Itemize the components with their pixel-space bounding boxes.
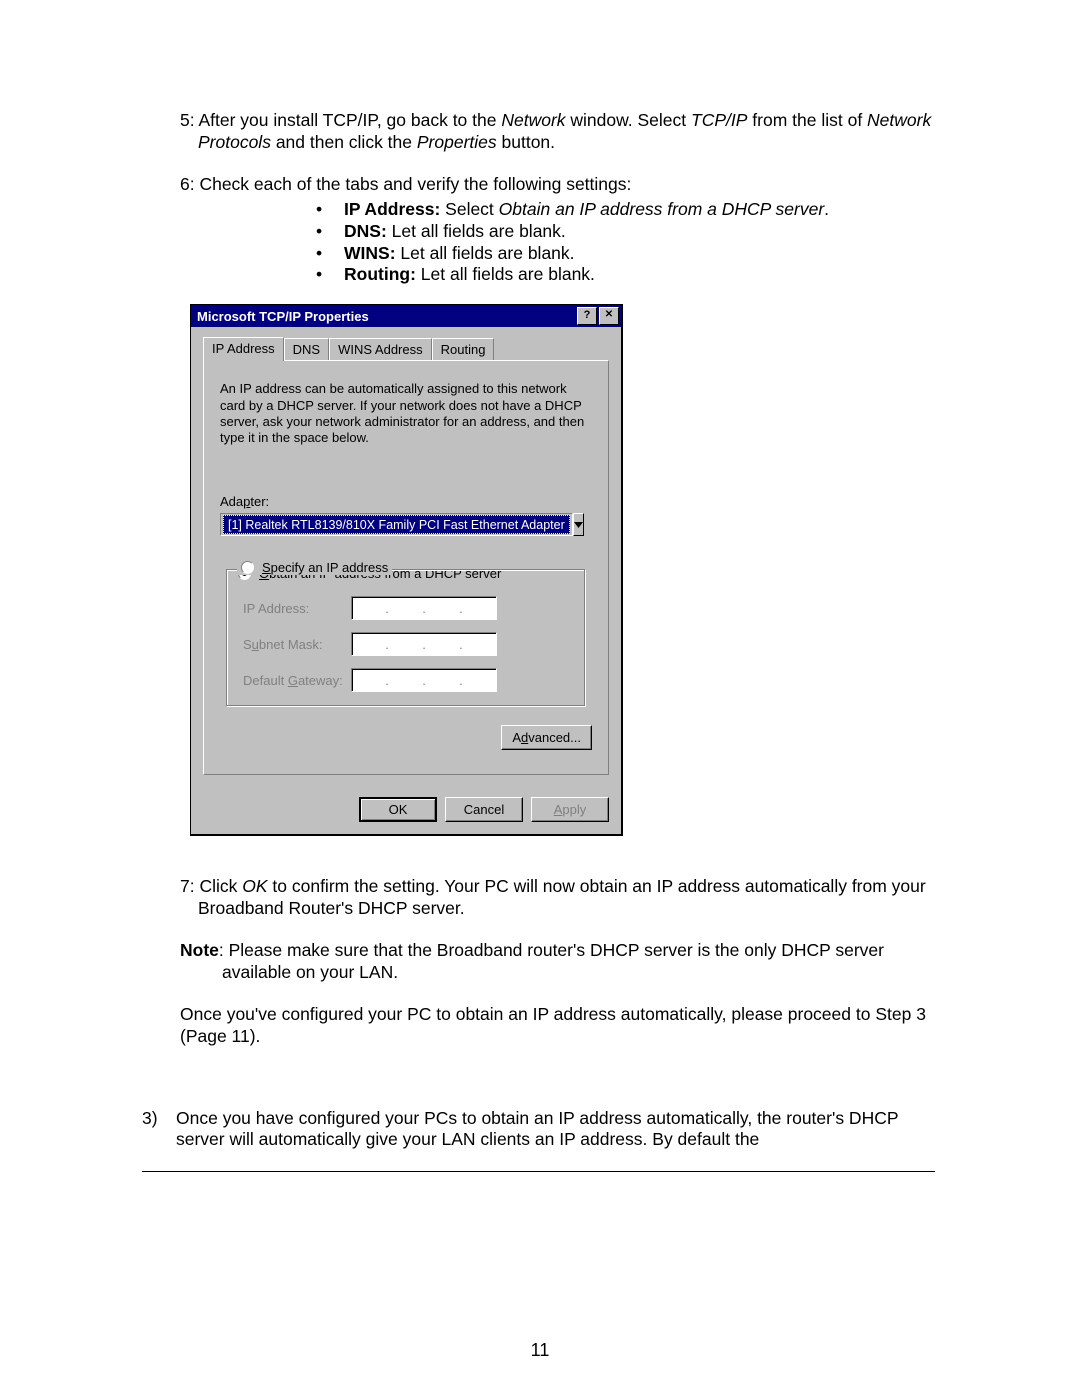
bullet-ip-address: IP Address: Select Obtain an IP address … <box>316 199 935 221</box>
note: Note: Please make sure that the Broadban… <box>180 940 935 984</box>
apply-button[interactable]: Apply <box>531 797 609 822</box>
dialog-title: Microsoft TCP/IP Properties <box>197 309 575 324</box>
titlebar: Microsoft TCP/IP Properties ? ✕ <box>191 305 621 327</box>
radio-specify-ip[interactable]: Specify an IP address <box>237 560 392 575</box>
adapter-label: Adapter: <box>220 494 592 509</box>
bullet-dns: DNS: Let all fields are blank. <box>316 221 935 243</box>
ip-description-text: An IP address can be automatically assig… <box>220 381 592 446</box>
step-6-bullets: IP Address: Select Obtain an IP address … <box>180 199 935 287</box>
specify-ip-groupbox: Specify an IP address IP Address: ... Su… <box>226 569 586 707</box>
advanced-button[interactable]: Advanced... <box>501 725 592 750</box>
subnet-mask-label: Subnet Mask: <box>243 637 351 652</box>
tab-panel-ip-address: An IP address can be automatically assig… <box>203 360 609 775</box>
default-gateway-input[interactable]: ... <box>351 668 497 692</box>
step-6: 6: Check each of the tabs and verify the… <box>180 174 935 195</box>
ip-address-input[interactable]: ... <box>351 596 497 620</box>
tcpip-properties-dialog-figure: Microsoft TCP/IP Properties ? ✕ IP Addre… <box>190 304 935 836</box>
cancel-button[interactable]: Cancel <box>445 797 523 822</box>
adapter-selected-value: [1] Realtek RTL8139/810X Family PCI Fast… <box>223 515 570 534</box>
adapter-dropdown-button[interactable] <box>573 513 584 536</box>
dialog-button-row: OK Cancel Apply <box>191 787 621 834</box>
subnet-mask-input[interactable]: ... <box>351 632 497 656</box>
step-7: 7: Click OK to confirm the setting. Your… <box>180 876 935 920</box>
adapter-combobox[interactable]: [1] Realtek RTL8139/810X Family PCI Fast… <box>220 513 580 536</box>
ip-address-label: IP Address: <box>243 601 351 616</box>
help-button[interactable]: ? <box>577 307 597 325</box>
footer-rule <box>142 1171 935 1172</box>
radio-icon <box>241 561 254 574</box>
tab-routing[interactable]: Routing <box>432 338 495 360</box>
tab-ip-address[interactable]: IP Address <box>203 337 284 361</box>
step-5: 5: After you install TCP/IP, go back to … <box>180 110 935 154</box>
tabstrip: IP Address DNS WINS Address Routing <box>203 337 609 360</box>
default-gateway-label: Default Gateway: <box>243 673 351 688</box>
tab-dns[interactable]: DNS <box>284 338 329 360</box>
step-3: 3) Once you have configured your PCs to … <box>142 1108 935 1152</box>
tab-wins-address[interactable]: WINS Address <box>329 338 432 360</box>
close-button[interactable]: ✕ <box>599 307 619 325</box>
page-number: 11 <box>0 1340 1080 1361</box>
bullet-wins: WINS: Let all fields are blank. <box>316 243 935 265</box>
bullet-routing: Routing: Let all fields are blank. <box>316 264 935 286</box>
proceed-text: Once you've configured your PC to obtain… <box>180 1004 935 1048</box>
chevron-down-icon <box>574 522 583 528</box>
ok-button[interactable]: OK <box>359 797 437 822</box>
